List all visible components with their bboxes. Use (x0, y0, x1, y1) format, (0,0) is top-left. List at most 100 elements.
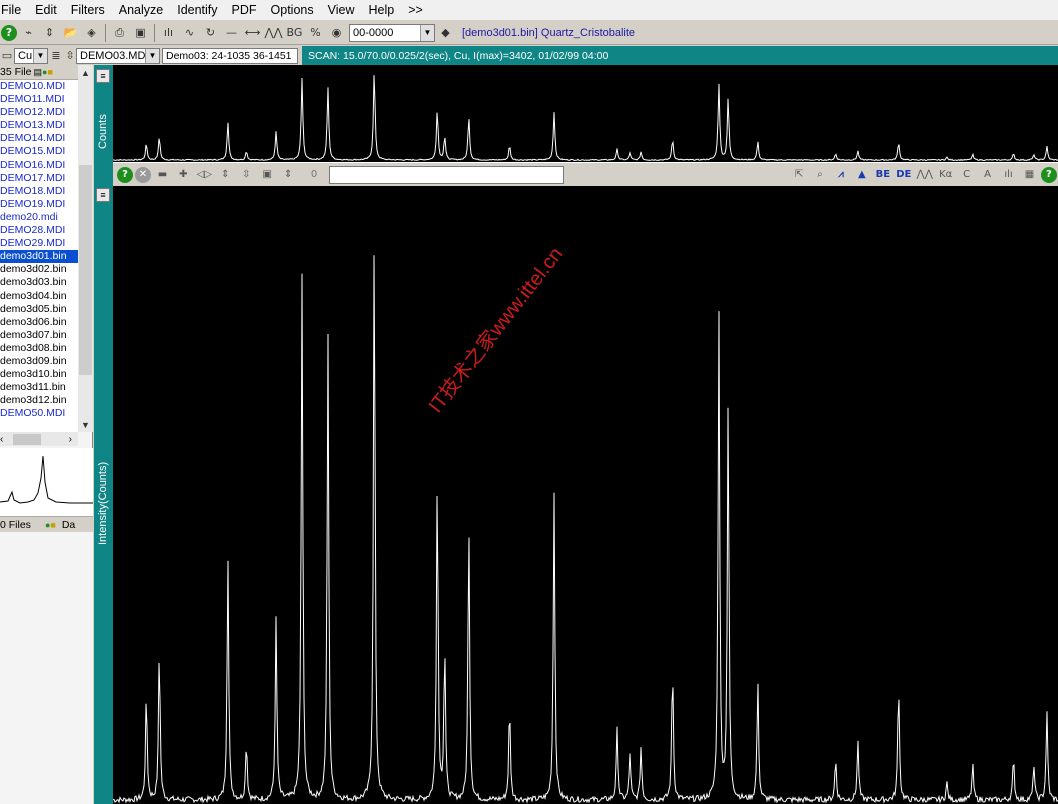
data-edit-icon[interactable]: DE (894, 165, 913, 184)
help-icon[interactable]: ? (117, 166, 133, 183)
file-list-item[interactable]: demo3d05.bin (0, 303, 78, 316)
file-list-item[interactable]: DEMO10.MDI (0, 80, 78, 93)
plot-command-input[interactable] (328, 165, 565, 184)
menu-item[interactable]: PDF (225, 0, 264, 20)
minus-icon[interactable]: ▬ (153, 165, 172, 184)
menu-item[interactable]: File (0, 0, 28, 20)
file-list-scrollbar[interactable]: ▲ ▼ (78, 65, 93, 432)
plus-icon[interactable]: ✚ (174, 165, 193, 184)
help-icon[interactable]: ? (1040, 166, 1057, 183)
file-list-item[interactable]: DEMO16.MDI (0, 159, 78, 172)
background-edit-icon[interactable]: BE (873, 165, 892, 184)
chevron-down-icon[interactable]: ▼ (145, 48, 159, 63)
menu-item[interactable]: View (321, 0, 362, 20)
main-plot[interactable] (112, 186, 1058, 804)
file-list-item[interactable]: demo3d09.bin (0, 355, 78, 368)
globe-icon[interactable]: ◉ (327, 23, 346, 42)
overview-menu-icon[interactable]: ≡ (96, 69, 110, 83)
k-alpha-icon[interactable]: Kα (936, 165, 955, 184)
expand-icon[interactable]: ⟷ (243, 23, 262, 42)
refresh-icon[interactable]: ↻ (201, 23, 220, 42)
menu-item[interactable]: Filters (64, 0, 112, 20)
cursor-c-icon[interactable]: C (957, 165, 976, 184)
percent-icon[interactable]: % (306, 23, 325, 42)
label-a-icon[interactable]: A (978, 165, 997, 184)
file-list-item[interactable]: demo3d07.bin (0, 329, 78, 342)
folder-icon[interactable]: ■ (50, 520, 55, 530)
scroll-thumb[interactable] (79, 165, 92, 375)
scroll-left-icon[interactable]: ‹ (0, 434, 3, 445)
pdf-number-combo[interactable]: 00-0000 ▼ (349, 23, 435, 42)
folder-icon[interactable]: ■ (47, 67, 52, 77)
file-list-item[interactable]: demo3d06.bin (0, 316, 78, 329)
vertical-expand-icon[interactable]: ⇕ (216, 165, 235, 184)
shrink-icon[interactable]: ◁▷ (195, 165, 214, 184)
chevron-down-icon[interactable]: ▼ (33, 48, 47, 63)
peaks-icon[interactable]: ⋀⋀ (264, 23, 283, 42)
menu-item[interactable]: Help (362, 0, 402, 20)
scroll-up-icon[interactable]: ▲ (78, 65, 93, 80)
file-list-item[interactable]: demo3d10.bin (0, 368, 78, 381)
line-icon[interactable]: — (222, 23, 241, 42)
file-list-item[interactable]: DEMO14.MDI (0, 132, 78, 145)
file-combo[interactable]: DEMO03.MDI ▼ (76, 47, 160, 64)
pattern-field[interactable]: Demo03: 24-1035 36-1451 (162, 47, 298, 64)
overview-plot[interactable] (112, 65, 1058, 162)
zoom-cursor-icon[interactable]: ⇱ (790, 165, 809, 184)
file-list-item[interactable]: demo3d11.bin (0, 381, 78, 394)
plot-menu-icon[interactable]: ≡ (96, 188, 110, 202)
open-folder-icon[interactable]: 📂 (61, 23, 80, 42)
grid-icon[interactable]: ▦ (1020, 165, 1039, 184)
file-list-item[interactable]: DEMO19.MDI (0, 198, 78, 211)
help-icon[interactable]: ? (1, 24, 17, 41)
file-list-item[interactable]: demo3d02.bin (0, 263, 78, 276)
offset-value[interactable]: 0 (305, 165, 324, 184)
file-list-item[interactable]: demo3d04.bin (0, 290, 78, 303)
vertical-shrink-icon[interactable]: ⇳ (237, 165, 256, 184)
scroll-right-icon[interactable]: › (69, 434, 72, 445)
file-list-item[interactable]: DEMO50.MDI (0, 407, 78, 420)
file-list-hscrollbar[interactable]: ‹ › (0, 432, 78, 446)
fill-peak-icon[interactable]: ▲ (852, 165, 871, 184)
file-list-item[interactable]: DEMO11.MDI (0, 93, 78, 106)
file-list-item[interactable]: DEMO13.MDI (0, 119, 78, 132)
menu-item[interactable]: >> (401, 0, 430, 20)
file-list-item[interactable]: DEMO28.MDI (0, 224, 78, 237)
file-list-item[interactable]: DEMO15.MDI (0, 145, 78, 158)
list-icon[interactable]: ≣ (49, 46, 63, 65)
file-list-item[interactable]: DEMO17.MDI (0, 172, 78, 185)
wave-icon[interactable]: ∿ (180, 23, 199, 42)
fit-icon[interactable]: ▣ (258, 165, 277, 184)
chevron-down-icon[interactable]: ▼ (420, 24, 434, 41)
anode-combo[interactable]: Cu ▼ (14, 47, 48, 64)
stop-icon[interactable]: ✕ (134, 166, 151, 183)
scroll-down-icon[interactable]: ▼ (78, 417, 93, 432)
reset-icon[interactable]: ⇕ (279, 165, 298, 184)
file-list-item[interactable]: DEMO18.MDI (0, 185, 78, 198)
save-icon[interactable]: ▣ (131, 23, 150, 42)
smooth-icon[interactable]: ⌁ (19, 23, 38, 42)
hscroll-thumb[interactable] (13, 433, 42, 445)
background-icon[interactable]: BG (285, 23, 304, 42)
up-down-icon[interactable]: ⇕ (40, 23, 59, 42)
peak-fit-icon[interactable]: ⋀⋀ (915, 165, 934, 184)
file-list-item[interactable]: DEMO12.MDI (0, 106, 78, 119)
file-list-item[interactable]: demo20.mdi (0, 211, 78, 224)
drop-icon[interactable]: ◆ (436, 23, 455, 42)
file-list-item[interactable]: demo3d01.bin (0, 250, 78, 264)
file-list-item[interactable]: DEMO29.MDI (0, 237, 78, 250)
erase-icon[interactable]: ◈ (82, 23, 101, 42)
spin-icon[interactable]: ⇳ (65, 46, 75, 65)
print-icon[interactable]: ⎙ (110, 23, 129, 42)
menu-item[interactable]: Identify (170, 0, 224, 20)
magnifier-icon[interactable]: ⌕ (810, 165, 829, 184)
drive-icon[interactable]: ▤ (34, 67, 43, 78)
file-list-item[interactable]: demo3d08.bin (0, 342, 78, 355)
menu-item[interactable]: Edit (28, 0, 64, 20)
menu-item[interactable]: Options (264, 0, 321, 20)
file-list-item[interactable]: demo3d12.bin (0, 394, 78, 407)
menu-item[interactable]: Analyze (112, 0, 170, 20)
peak-shape-icon[interactable]: ⩘ (831, 165, 850, 184)
bars-icon[interactable]: ılı (999, 165, 1018, 184)
folder-icon[interactable]: ▭ (1, 46, 13, 65)
